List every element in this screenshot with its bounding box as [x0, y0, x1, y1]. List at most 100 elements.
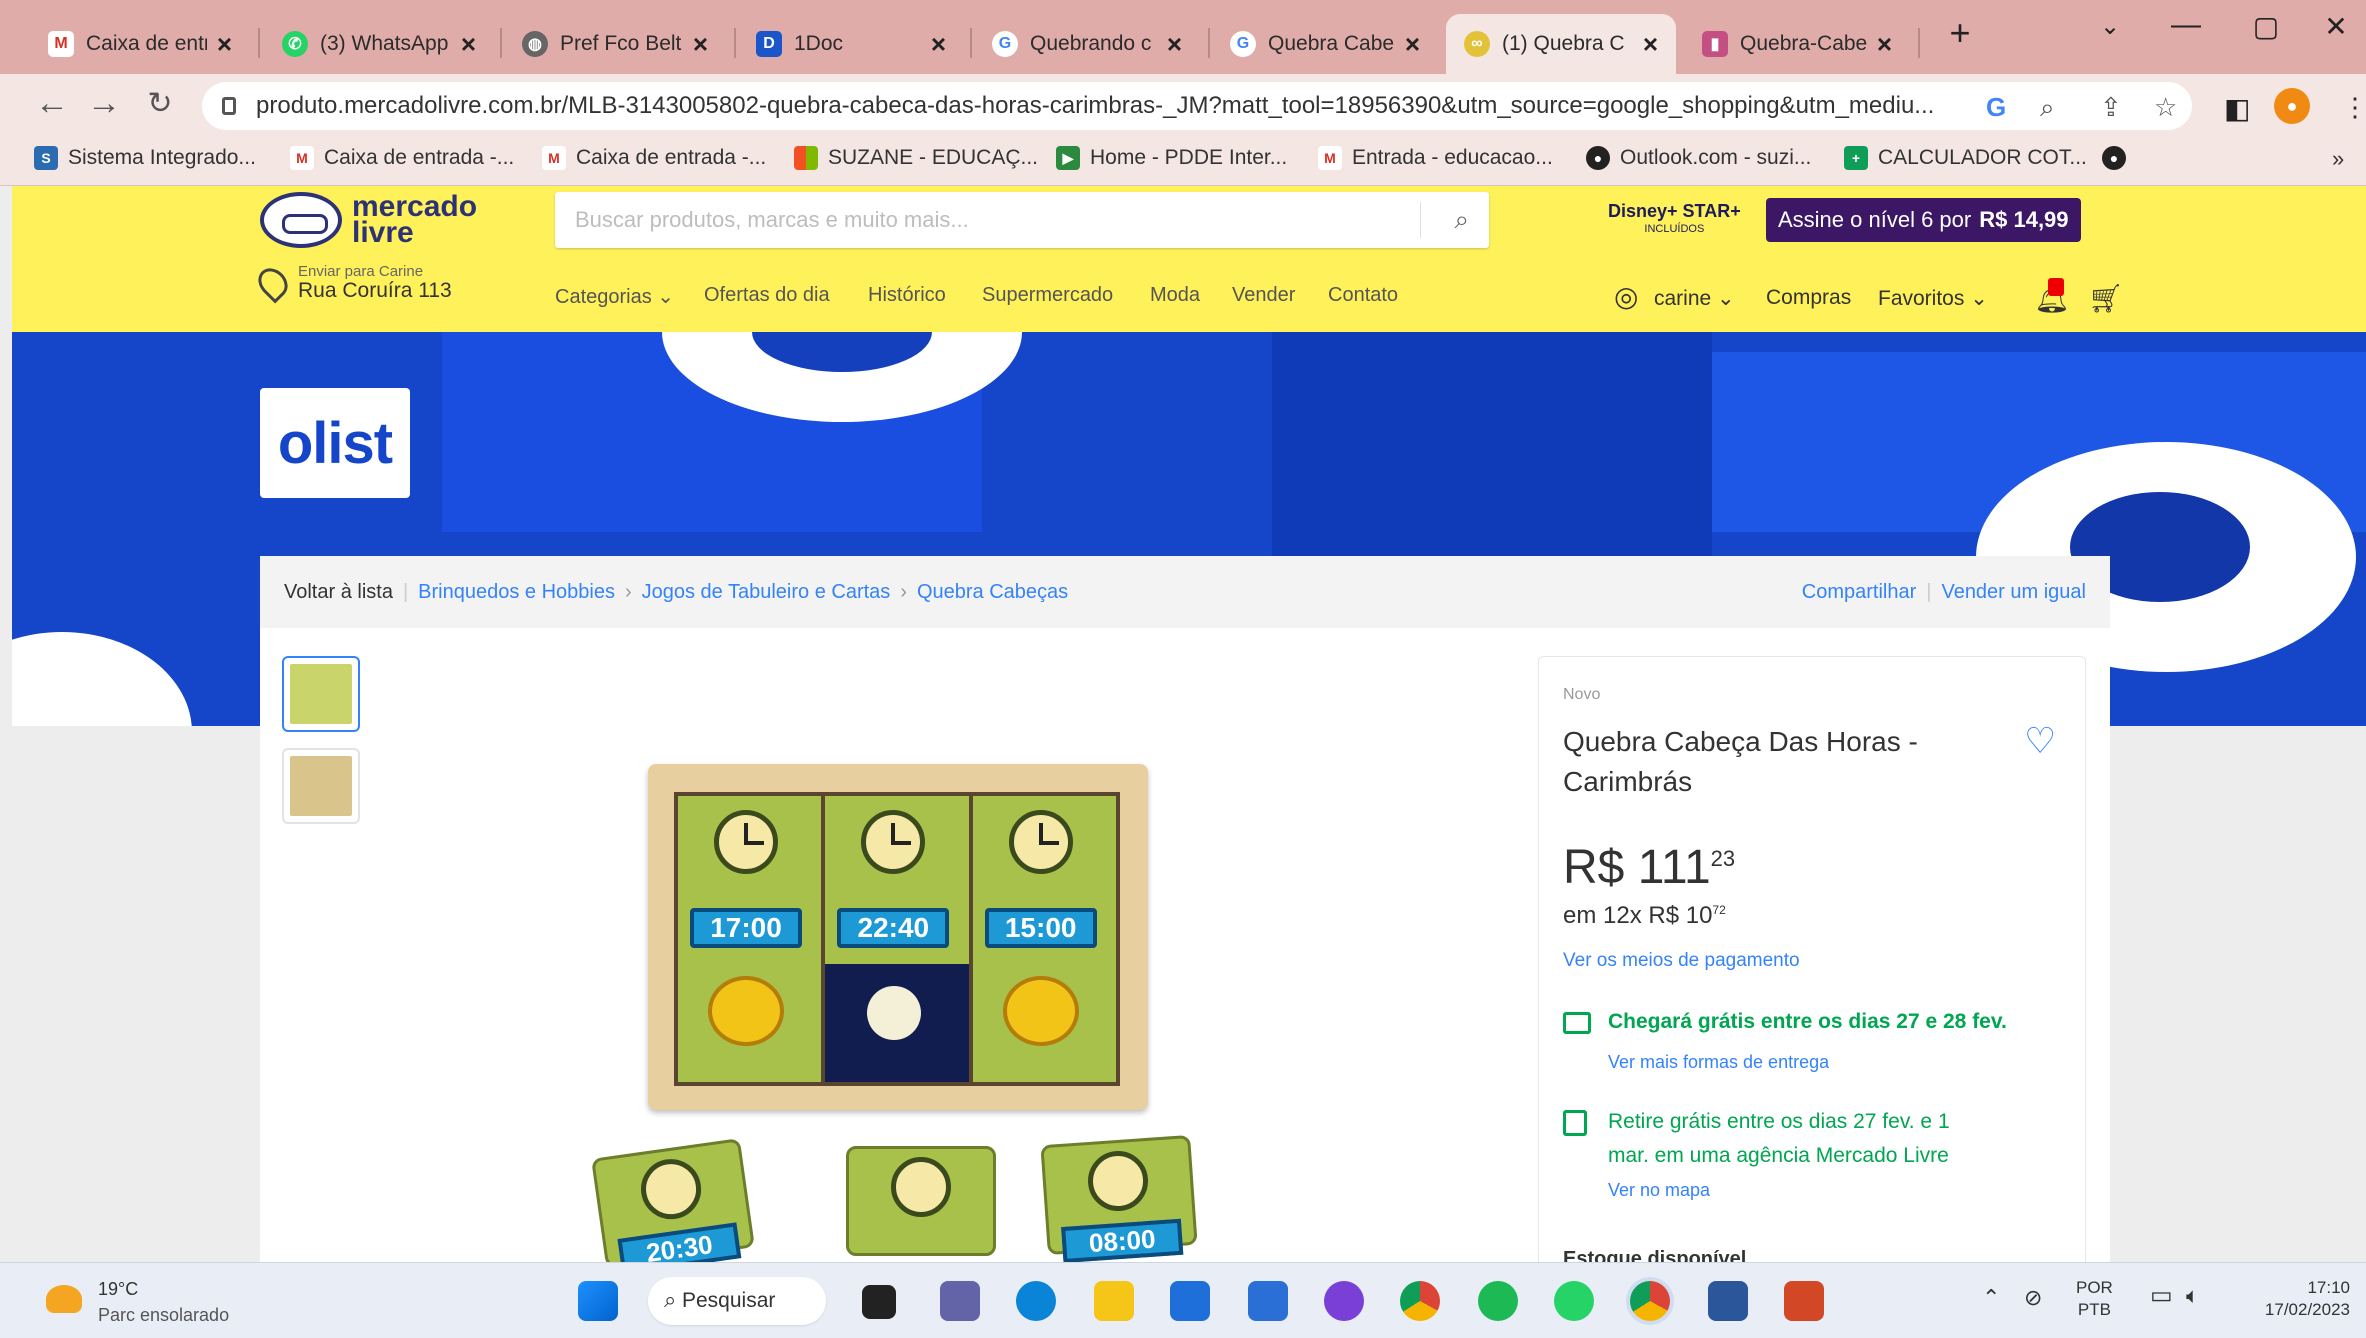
tab-gmail[interactable]: M Caixa de entr × [30, 14, 250, 74]
windows-start-icon[interactable] [578, 1281, 618, 1321]
puzzle-tile: 17:00 [678, 796, 822, 1082]
reload-icon[interactable]: ↻ [138, 86, 182, 121]
close-icon[interactable]: × [1167, 31, 1182, 57]
profile-avatar[interactable]: ● [2274, 88, 2310, 124]
map-link[interactable]: Ver no mapa [1608, 1180, 1710, 1201]
edge-icon[interactable] [1016, 1281, 1056, 1321]
google-lens-icon[interactable]: G [1986, 92, 2006, 123]
task-view-icon[interactable] [862, 1285, 896, 1319]
delivery-address[interactable]: Enviar para Carine Rua Coruíra 113 [252, 262, 452, 304]
close-icon[interactable]: × [931, 31, 946, 57]
product-thumbnail[interactable] [282, 656, 360, 732]
restore-button[interactable]: ▢ [2236, 10, 2296, 43]
search-input[interactable]: Buscar produtos, marcas e muito mais... … [555, 192, 1489, 248]
purchases-link[interactable]: Compras [1766, 286, 1851, 310]
user-icon[interactable]: ◎ [1614, 280, 1638, 313]
user-menu[interactable]: carine ⌄ [1654, 286, 1735, 311]
chevron-up-icon[interactable]: ⌃ [1982, 1287, 2000, 1309]
store-app-icon[interactable] [1170, 1281, 1210, 1321]
sidepanel-icon[interactable]: ◧ [2224, 92, 2250, 125]
zoom-icon[interactable]: ⌕ [2040, 92, 2055, 124]
close-icon[interactable]: × [693, 31, 708, 57]
share-link[interactable]: Compartilhar [1802, 581, 1916, 604]
new-tab-button[interactable]: + [1930, 12, 1990, 54]
shipping-options-link[interactable]: Ver mais formas de entrega [1608, 1052, 1829, 1073]
back-to-list-link[interactable]: Voltar à lista [284, 581, 393, 604]
price-integer: R$ 111 [1563, 841, 1711, 894]
bookmark-item[interactable]: M Entrada - educacao... [1318, 146, 1553, 170]
bookmark-item[interactable]: SUZANE - EDUCAÇ... [794, 146, 1038, 170]
tab-whatsapp[interactable]: ✆ (3) WhatsApp × [264, 14, 494, 74]
nav-ofertas[interactable]: Ofertas do dia [704, 284, 830, 307]
payment-methods-link[interactable]: Ver os meios de pagamento [1563, 950, 1800, 972]
display-icon[interactable]: ▭ [2150, 1284, 2173, 1308]
teams-icon[interactable] [940, 1281, 980, 1321]
tab-pref[interactable]: ◍ Pref Fco Belt × [504, 14, 726, 74]
moon-icon [867, 986, 922, 1040]
file-explorer-icon[interactable] [1094, 1281, 1134, 1321]
product-thumbnail[interactable] [282, 748, 360, 824]
spotify-icon[interactable] [1478, 1281, 1518, 1321]
star-icon[interactable]: ☆ [2154, 92, 2177, 123]
chrome-icon[interactable] [1400, 1281, 1440, 1321]
favorites-link[interactable]: Favoritos ⌄ [1878, 286, 1988, 311]
nav-supermercado[interactable]: Supermercado [982, 284, 1113, 307]
tab-search-button[interactable]: ⌄ [2080, 12, 2140, 41]
product-main-image[interactable]: 17:00 22:40 15:00 [648, 764, 1148, 1110]
bookmark-item[interactable]: ● [2102, 146, 2136, 170]
chrome-profile-icon[interactable] [1630, 1281, 1670, 1321]
nav-moda[interactable]: Moda [1150, 284, 1200, 307]
language-indicator[interactable]: POR PTB [2076, 1277, 2113, 1321]
close-window-button[interactable]: ✕ [2306, 10, 2366, 43]
bookmark-item[interactable]: M Caixa de entrada -... [290, 146, 514, 170]
share-icon[interactable]: ⇪ [2100, 92, 2122, 123]
bookmark-item[interactable]: M Caixa de entrada -... [542, 146, 766, 170]
word-icon[interactable] [1708, 1281, 1748, 1321]
nav-categorias[interactable]: Categorias ⌄ [555, 284, 674, 309]
bookmark-item[interactable]: S Sistema Integrado... [34, 146, 256, 170]
bookmark-item[interactable]: ▶ Home - PDDE Inter... [1056, 146, 1287, 170]
whatsapp-icon[interactable] [1554, 1281, 1594, 1321]
cart-icon[interactable]: 🛒︎ [2088, 282, 2124, 315]
subscribe-button[interactable]: Assine o nível 6 por R$ 14,99 [1766, 198, 2081, 242]
clock[interactable]: 17:10 17/02/2023 [2246, 1277, 2350, 1321]
tab-1doc[interactable]: D 1Doc × [738, 14, 964, 74]
tab-google-1[interactable]: G Quebrando c × [974, 14, 1200, 74]
tab-google-2[interactable]: G Quebra Cabe × [1212, 14, 1438, 74]
search-icon[interactable]: ⌕ [1454, 204, 1469, 236]
bookmarks-more[interactable]: » [2332, 146, 2344, 172]
forward-arrow-icon[interactable]: → [82, 84, 126, 123]
nav-vender[interactable]: Vender [1232, 284, 1295, 307]
breadcrumb-item[interactable]: Jogos de Tabuleiro e Cartas [642, 581, 891, 604]
close-icon[interactable]: × [461, 31, 476, 57]
nav-contato[interactable]: Contato [1328, 284, 1398, 307]
heart-icon[interactable]: ♡ [2024, 720, 2056, 762]
bookmark-item[interactable]: + CALCULADOR COT... [1844, 146, 2087, 170]
back-arrow-icon[interactable]: ← [30, 84, 74, 123]
minimize-button[interactable]: — [2156, 8, 2216, 42]
tab-mercadolivre-active[interactable]: ∞ (1) Quebra C × [1446, 14, 1676, 74]
address-bar[interactable]: produto.mercadolivre.com.br/MLB-31430058… [202, 82, 2192, 130]
powerpoint-icon[interactable] [1784, 1281, 1824, 1321]
menu-dots-icon[interactable]: ⋮ [2342, 92, 2366, 123]
weather-icon[interactable] [46, 1285, 82, 1313]
breadcrumb-item[interactable]: Brinquedos e Hobbies [418, 581, 615, 604]
network-icon[interactable]: ⊘ [2024, 1287, 2042, 1309]
close-icon[interactable]: × [1405, 31, 1420, 57]
search-placeholder: Buscar produtos, marcas e muito mais... [575, 207, 969, 232]
close-icon[interactable]: × [1643, 31, 1658, 57]
volume-icon[interactable]: 🔈︎ [2186, 1285, 2199, 1307]
close-icon[interactable]: × [1877, 31, 1892, 57]
mail-icon[interactable] [1248, 1281, 1288, 1321]
mercadolivre-logo[interactable]: mercado livre [260, 192, 477, 248]
copilot-icon[interactable] [1324, 1281, 1364, 1321]
breadcrumb-item[interactable]: Quebra Cabeças [917, 581, 1068, 604]
bookmark-item[interactable]: ● Outlook.com - suzi... [1586, 146, 1811, 170]
close-icon[interactable]: × [217, 31, 232, 57]
nav-historico[interactable]: Histórico [868, 284, 946, 307]
taskbar-search[interactable]: ⌕ Pesquisar [648, 1277, 826, 1325]
disney-star-badge[interactable]: Disney+ STAR+ INCLUÍDOS [1608, 202, 1741, 238]
tab-quebra-cabeca[interactable]: ▮ Quebra-Cabe × [1684, 14, 1910, 74]
sell-same-link[interactable]: Vender um igual [1941, 581, 2086, 604]
olist-brand-logo[interactable]: olist [260, 388, 410, 498]
